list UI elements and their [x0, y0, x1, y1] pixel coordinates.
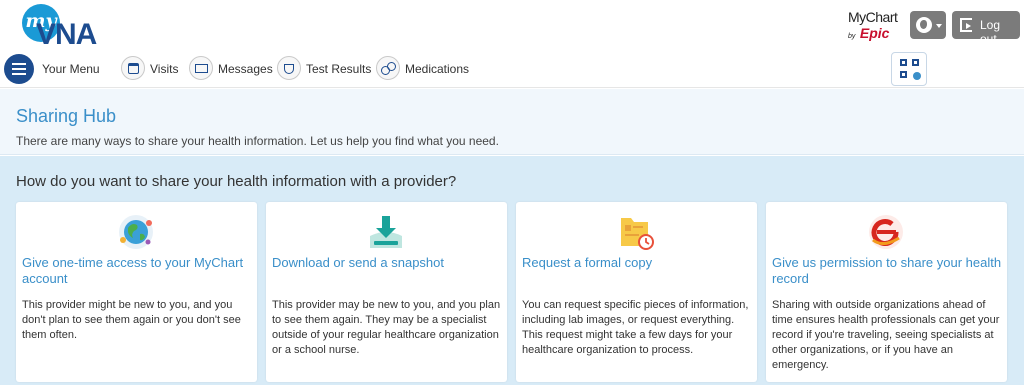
logo-vna-text: VNA [36, 18, 97, 51]
menu-button[interactable] [4, 54, 34, 84]
card-description: Sharing with outside organizations ahead… [772, 299, 1000, 371]
language-button[interactable] [910, 11, 946, 39]
card-title[interactable]: Give us permission to share your health … [772, 255, 1002, 287]
mychart-text: MyChart [848, 9, 898, 25]
gear-badge-icon [913, 72, 921, 80]
page-title: Sharing Hub [16, 106, 117, 126]
logout-button[interactable]: Log out [952, 11, 1020, 46]
card-download-snapshot[interactable]: Download or send a snapshot This provide… [266, 202, 507, 382]
app-header: my VNA MyChart by Epic Log out [0, 0, 1024, 51]
nav-item-medications[interactable]: Medications [405, 62, 469, 76]
logout-icon [960, 18, 972, 32]
nav-item-test-results[interactable]: Test Results [306, 62, 371, 76]
qr-code-icon-corner [912, 59, 919, 66]
download-icon [370, 216, 402, 248]
card-description: You can request specific pieces of infor… [522, 299, 749, 356]
qr-code-icon-corner [900, 71, 907, 78]
card-one-time-access[interactable]: Give one-time access to your MyChart acc… [16, 202, 257, 382]
logout-label: Log out [980, 18, 1001, 46]
flask-icon[interactable] [277, 56, 301, 80]
pills-icon[interactable] [376, 56, 400, 80]
card-share-permission[interactable]: Give us permission to share your health … [766, 202, 1007, 382]
globe-icon [119, 215, 153, 249]
card-title[interactable]: Download or send a snapshot [272, 255, 502, 271]
qr-code-icon [900, 59, 907, 66]
page-subtitle: There are many ways to share your health… [16, 134, 499, 148]
calendar-icon[interactable] [121, 56, 145, 80]
myvna-logo[interactable]: my VNA [22, 4, 112, 51]
card-title[interactable]: Give one-time access to your MyChart acc… [22, 255, 252, 287]
epic-text: Epic [859, 25, 890, 41]
mychart-by-text: by [848, 33, 856, 40]
section-question: How do you want to share your health inf… [16, 173, 457, 190]
hamburger-icon-line [12, 73, 26, 75]
card-formal-copy[interactable]: Request a formal copy You can request sp… [516, 202, 757, 382]
main-nav: Your Menu Visits Messages Test Results M… [0, 50, 1024, 88]
nav-item-visits[interactable]: Visits [150, 62, 178, 76]
card-title[interactable]: Request a formal copy [522, 255, 752, 271]
nav-item-messages[interactable]: Messages [218, 62, 273, 76]
globe-icon [916, 17, 932, 33]
card-description: This provider may be new to you, and you… [272, 299, 501, 356]
hamburger-icon [12, 63, 26, 65]
hamburger-icon-line [12, 68, 26, 70]
sharing-hub-header: Sharing Hub There are many ways to share… [0, 89, 1024, 155]
menu-label[interactable]: Your Menu [42, 62, 100, 76]
share-options-section: How do you want to share your health inf… [0, 156, 1024, 385]
mychart-epic-logo: MyChart by Epic [848, 9, 906, 43]
care-everywhere-icon [869, 215, 903, 249]
folder-clock-icon [621, 218, 654, 250]
envelope-icon[interactable] [189, 56, 213, 80]
card-description: This provider might be new to you, and y… [22, 299, 241, 341]
qr-code-button[interactable] [891, 52, 927, 86]
caret-down-icon [936, 24, 942, 28]
